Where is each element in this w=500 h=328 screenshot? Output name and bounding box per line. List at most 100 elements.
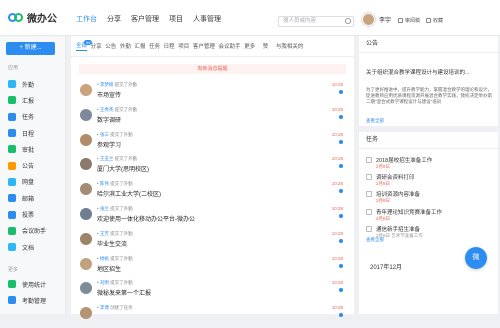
- feed-author[interactable]: 张兰: [100, 206, 109, 211]
- avatar[interactable]: [80, 307, 92, 320]
- sidebar-more-list: 使用统计 考勤管理: [8, 276, 46, 309]
- sidebar-item[interactable]: 外勤: [8, 76, 46, 92]
- feed-item[interactable]: • 王秀英 提交了外勤 数字调研 10:28: [79, 105, 348, 130]
- search-input[interactable]: 搜人员或内容: [278, 16, 354, 27]
- sidebar-item[interactable]: 会议助手: [8, 223, 46, 239]
- task-checkbox[interactable]: [366, 225, 372, 232]
- feed-author[interactable]: 李博: [100, 305, 109, 310]
- feed-item[interactable]: • 张三 提交了外勤 参观学习 10:28: [79, 130, 348, 155]
- sidebar-item[interactable]: 使用统计: [8, 276, 46, 292]
- nav-project[interactable]: 项目: [169, 14, 183, 24]
- avatar[interactable]: [80, 133, 92, 146]
- task-item[interactable]: 青年理论知识竞赛准备工作 2月8日: [366, 207, 491, 224]
- calendar-month[interactable]: 2017年12月: [370, 262, 402, 271]
- feed-title[interactable]: 微秘发来第一个汇报: [97, 288, 151, 297]
- feed-item[interactable]: • 刘明 提交了外勤 微秘发来第一个汇报 10:28: [79, 278, 348, 303]
- user-menu[interactable]: 李宇: [362, 13, 391, 26]
- nav-workbench[interactable]: 工作台: [76, 14, 97, 24]
- app-icon: [8, 80, 16, 89]
- tab[interactable]: 日程: [164, 42, 175, 50]
- feed-item[interactable]: • 王芳 提交了外勤 毕业生交流 10:28: [79, 229, 348, 254]
- task-checkbox[interactable]: [366, 174, 372, 181]
- feed-title[interactable]: 毕业生交流: [97, 239, 127, 248]
- task-checkbox[interactable]: [366, 191, 372, 198]
- avatar[interactable]: [80, 84, 92, 96]
- task-item[interactable]: 通信新手招生准备 2月8日 艺术节准备工作: [366, 224, 491, 241]
- nav-customer[interactable]: 客户管理: [131, 14, 159, 24]
- task-checkbox[interactable]: [366, 157, 372, 163]
- sidebar-item[interactable]: 文档: [8, 239, 46, 255]
- favorite-button[interactable]: 收藏: [426, 17, 443, 24]
- feed-author[interactable]: 王秀英: [100, 107, 114, 112]
- sidebar-item[interactable]: 任务: [8, 109, 46, 125]
- tab[interactable]: 会议助手: [218, 42, 240, 50]
- new-button[interactable]: + 新建...: [6, 42, 55, 55]
- feed-title[interactable]: 地区招生: [97, 264, 121, 273]
- task-checkbox[interactable]: [366, 208, 372, 215]
- feed-author[interactable]: 张三: [100, 132, 109, 137]
- sidebar-item[interactable]: 汇报: [8, 92, 46, 108]
- sidebar-item[interactable]: 邮箱: [8, 190, 46, 206]
- nav-share[interactable]: 分享: [107, 14, 121, 24]
- sidebar-item[interactable]: 审批: [8, 141, 46, 157]
- feed-title[interactable]: 哈尔滨工业大学(二校区): [97, 189, 161, 198]
- tab[interactable]: 更多: [244, 42, 255, 50]
- sidebar-item[interactable]: 投票: [8, 206, 46, 222]
- feed-title[interactable]: 厦门大学(思明校区): [97, 164, 149, 173]
- task-item[interactable]: 培训资源内容准备 2月8日: [366, 189, 491, 206]
- tab[interactable]: 客户管理: [193, 42, 215, 50]
- chat-float-button[interactable]: 微: [465, 247, 487, 269]
- task-item[interactable]: 调研会资料打印 2月8日: [366, 172, 491, 189]
- feed-meta: • 李博 创建了任务: [97, 305, 133, 311]
- feed-author[interactable]: 王芳: [100, 231, 109, 236]
- user-name: 李宇: [379, 18, 392, 24]
- review-icon: [398, 18, 403, 23]
- new-message-notice[interactable]: 有新消息提醒: [79, 64, 346, 74]
- task-date: 2月8日: [376, 215, 391, 221]
- feed-item[interactable]: • 李博 创建了任务 10:28: [79, 303, 348, 328]
- avatar[interactable]: [80, 257, 92, 270]
- feed-action: 提交了外勤: [114, 106, 138, 112]
- avatar[interactable]: [80, 183, 92, 196]
- sidebar-item[interactable]: 日程: [8, 125, 46, 141]
- tab[interactable]: 任务: [149, 42, 160, 50]
- feed-title[interactable]: 数字调研: [97, 115, 121, 124]
- feed-title[interactable]: 参观学习: [97, 140, 121, 149]
- avatar[interactable]: [80, 232, 92, 245]
- sidebar-item[interactable]: 公告: [8, 157, 46, 173]
- task-more-link[interactable]: 查看全部: [366, 237, 384, 243]
- feed-author[interactable]: 刘明: [100, 280, 109, 285]
- feed-title[interactable]: 欢迎使用一体化移动办公平台-微办公: [97, 214, 195, 223]
- task-item[interactable]: 2018届校招生准备工作 2月8日: [366, 155, 491, 172]
- avatar[interactable]: [80, 282, 92, 295]
- feed-title[interactable]: 市场宣传: [97, 90, 121, 99]
- sidebar-item[interactable]: 考勤管理: [8, 292, 46, 308]
- feed-item[interactable]: • 王玉兰 提交了外勤 厦门大学(思明校区) 10:28: [79, 154, 348, 179]
- avatar[interactable]: [80, 108, 92, 121]
- tab[interactable]: 外勤: [120, 42, 131, 50]
- feed-item[interactable]: • 张兰 提交了外勤 欢迎使用一体化移动办公平台-微办公 10:28: [79, 204, 348, 229]
- feed-author[interactable]: 李梦楠: [100, 82, 114, 87]
- tab[interactable]: 汇报: [134, 42, 145, 50]
- avatar[interactable]: [80, 158, 92, 171]
- app-logo[interactable]: 微办公: [8, 10, 57, 25]
- task-title: 通信新手招生准备: [376, 226, 421, 233]
- feed-item[interactable]: • 杨帆 提交了外勤 地区招生 10:28: [79, 254, 348, 279]
- tab[interactable]: 分享: [91, 42, 102, 50]
- tab[interactable]: 公告: [105, 42, 116, 50]
- feed-author[interactable]: 陈伟: [100, 181, 109, 186]
- review-button[interactable]: 审阅稿: [398, 17, 420, 24]
- announcement-more-link[interactable]: 查看全部: [366, 118, 384, 124]
- feed-item[interactable]: • 陈伟 提交了外勤 哈尔滨工业大学(二校区) 10:28: [79, 179, 348, 204]
- tab[interactable]: 项目: [178, 42, 189, 50]
- unread-dot-icon: [339, 238, 343, 243]
- feed-item[interactable]: • 李梦楠 提交了外勤 市场宣传 10:28: [79, 80, 348, 105]
- avatar[interactable]: [80, 207, 92, 220]
- feed-author[interactable]: 杨帆: [100, 256, 109, 261]
- feed-author[interactable]: 王玉兰: [100, 156, 114, 161]
- sidebar-item[interactable]: 网盘: [8, 174, 46, 190]
- nav-hr[interactable]: 人事管理: [193, 14, 221, 24]
- announcement-title[interactable]: 关于组织混合教学课程设计与建设培训的...: [366, 68, 470, 76]
- like-filter[interactable]: 赞: [263, 42, 269, 50]
- mentions-filter[interactable]: 与我相关的: [276, 42, 304, 50]
